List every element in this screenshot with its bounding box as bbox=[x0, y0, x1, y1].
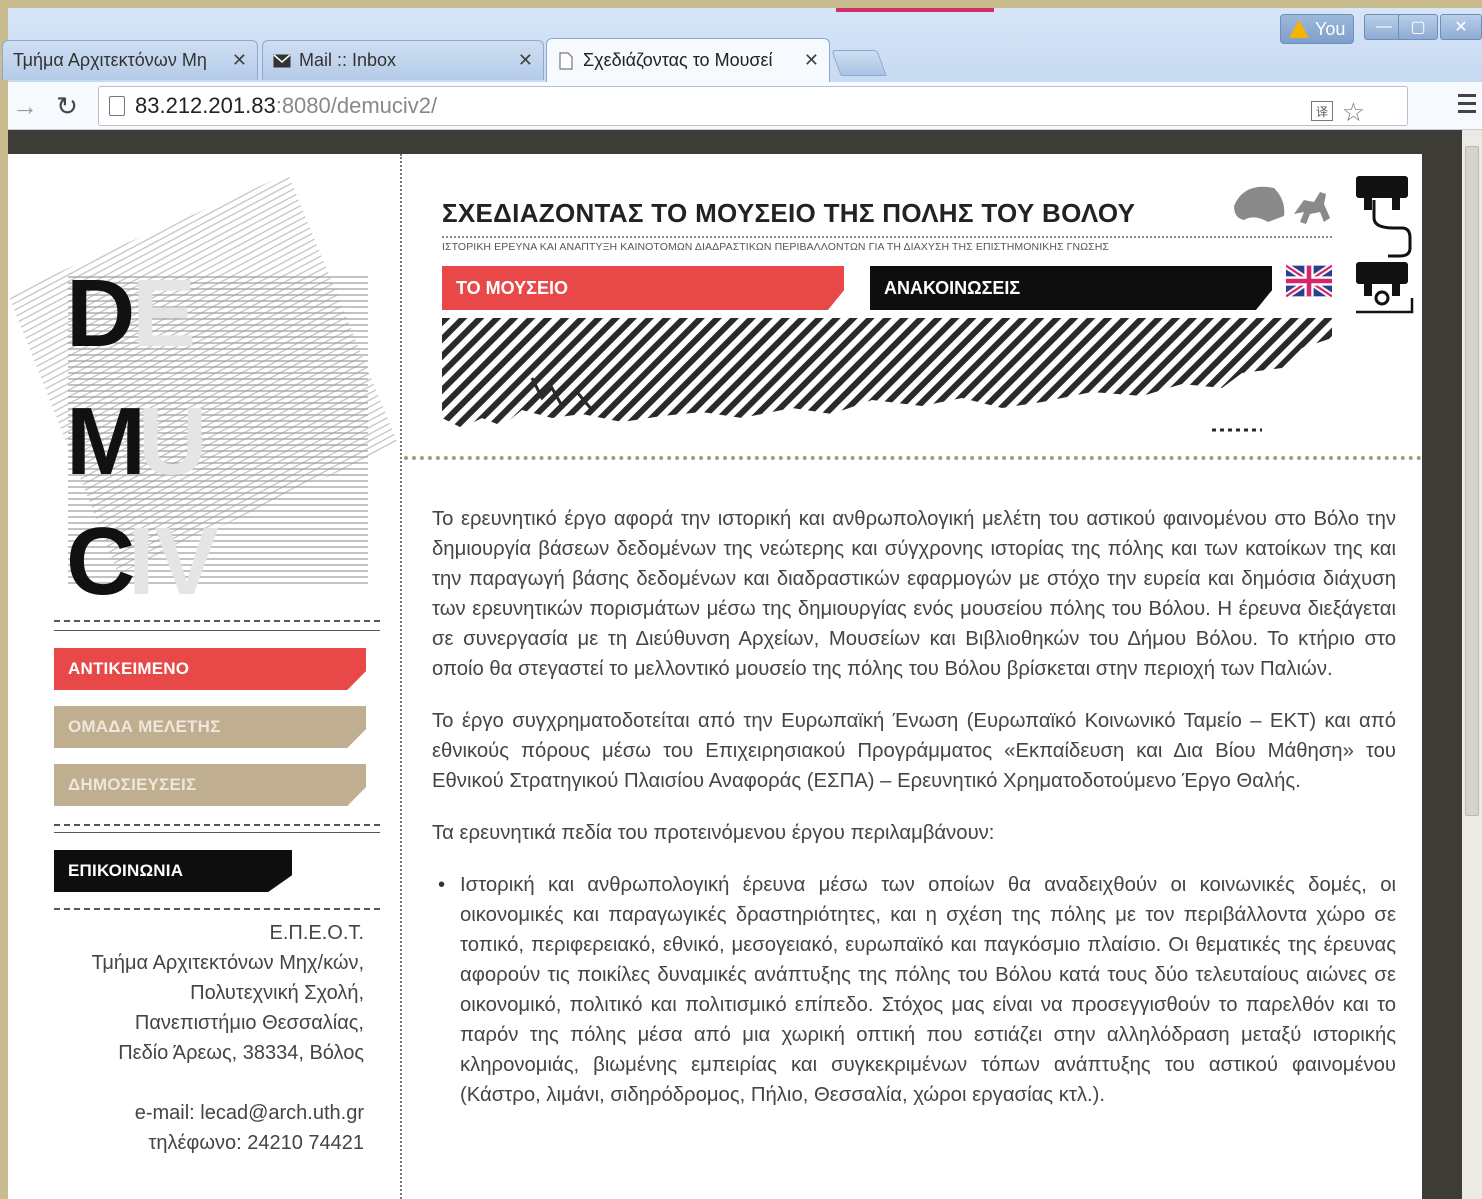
sidebar-item-object[interactable]: ΑΝΤΙΚΕΙΜΕΝΟ bbox=[54, 648, 366, 690]
contact-org: Ε.Π.Ε.Ο.Τ. bbox=[269, 922, 364, 944]
logo-letter-u: U bbox=[138, 388, 208, 495]
sidebar-item-publications[interactable]: ΔΗΜΟΣΙΕΥΣΕΙΣ bbox=[54, 764, 366, 806]
logo-letter-iv: IV bbox=[128, 508, 219, 615]
nav-museum[interactable]: ΤΟ ΜΟΥΣΕΙΟ bbox=[442, 266, 844, 310]
scrollbar[interactable] bbox=[1462, 130, 1482, 1199]
profile-button[interactable]: You bbox=[1280, 14, 1355, 44]
divider bbox=[54, 832, 380, 833]
tab-accent-bar bbox=[836, 8, 994, 12]
logo-letter-m: M bbox=[66, 388, 146, 495]
toolbar: → ↻ 83.212.201.83:8080/demuciv2/ 译 ☆ bbox=[8, 82, 1482, 130]
tab-mail-inbox[interactable]: Mail :: Inbox ✕ bbox=[262, 40, 544, 80]
maximize-button[interactable]: ▢ bbox=[1398, 14, 1438, 40]
sidebar-item-study-team[interactable]: ΟΜΑΔΑ ΜΕΛΕΤΗΣ bbox=[54, 706, 366, 748]
logo-letter-c: C bbox=[66, 508, 136, 615]
contact-university: Πανεπιστήμιο Θεσσαλίας, bbox=[134, 1012, 364, 1034]
contact-email[interactable]: e-mail: lecad@arch.uth.gr bbox=[44, 1098, 364, 1128]
contact-phone: τηλέφωνο: 24210 74421 bbox=[148, 1132, 364, 1154]
sidebar: D E M U C IV ΑΝΤΙΚΕΙΜΕΝΟ ΟΜΑΔΑ ΜΕΛΕΤΗΣ Δ… bbox=[8, 154, 402, 1199]
profile-label: You bbox=[1315, 18, 1346, 39]
nav-announcements-label: ΑΝΑΚΟΙΝΩΣΕΙΣ bbox=[884, 277, 1021, 298]
close-icon[interactable]: ✕ bbox=[232, 50, 247, 71]
divider bbox=[54, 824, 380, 826]
minimize-icon: — bbox=[1376, 18, 1392, 35]
divider bbox=[54, 620, 380, 622]
forward-button[interactable]: → bbox=[8, 90, 42, 122]
sidebar-item-contact[interactable]: ΕΠΙΚΟΙΝΩΝΙΑ bbox=[54, 850, 292, 892]
machine-icon bbox=[1356, 176, 1414, 314]
nav-museum-label: ΤΟ ΜΟΥΣΕΙΟ bbox=[456, 277, 568, 298]
warning-icon bbox=[1289, 20, 1309, 38]
site-subtitle: ΙΣΤΟΡΙΚΗ ΕΡΕΥΝΑ ΚΑΙ ΑΝΑΠΤΥΞΗ ΚΑΙΝΟΤΟΜΩΝ … bbox=[442, 236, 1332, 253]
volos-skyline-hatch bbox=[442, 318, 1332, 432]
reload-button[interactable]: ↻ bbox=[50, 90, 84, 122]
sidebar-item-label: ΔΗΜΟΣΙΕΥΣΕΙΣ bbox=[68, 775, 197, 794]
viewport: D E M U C IV ΑΝΤΙΚΕΙΜΕΝΟ ΟΜΑΔΑ ΜΕΛΕΤΗΣ Δ… bbox=[8, 130, 1482, 1199]
tab-museum-active[interactable]: Σχεδιάζοντας το Μουσεί ✕ bbox=[546, 38, 830, 82]
reload-icon: ↻ bbox=[56, 90, 78, 121]
site-title: ΣΧΕΔΙΑΖΟΝΤΑΣ ΤΟ ΜΟΥΣΕΙΟ ΤΗΣ ΠΟΛΗΣ ΤΟΥ ΒΟ… bbox=[442, 198, 1136, 228]
browser-chrome: Τμήμα Αρχιτεκτόνων Μη ✕ Mail :: Inbox ✕ … bbox=[2, 8, 1482, 130]
site-header: ΣΧΕΔΙΑΖΟΝΤΑΣ ΤΟ ΜΟΥΣΕΙΟ ΤΗΣ ΠΟΛΗΣ ΤΟΥ ΒΟ… bbox=[404, 154, 1422, 460]
content-paragraph: Τα ερευνητικά πεδία του προτεινόμενου έρ… bbox=[432, 822, 995, 844]
divider bbox=[54, 630, 380, 631]
url-host: 83.212.201.83 bbox=[135, 93, 276, 118]
main-content: Το ερευνητικό έργο αφορά την ιστορική κα… bbox=[432, 504, 1396, 1110]
sidebar-item-label: ΕΠΙΚΟΙΝΩΝΙΑ bbox=[68, 861, 184, 880]
nav-announcements[interactable]: ΑΝΑΚΟΙΝΩΣΕΙΣ bbox=[870, 266, 1272, 310]
close-icon[interactable]: ✕ bbox=[804, 50, 819, 71]
horse-rider-icon bbox=[1294, 192, 1330, 224]
tab-title: Σχεδιάζοντας το Μουσεί bbox=[583, 50, 773, 70]
animal-icon bbox=[1234, 186, 1285, 222]
forward-arrow-icon: → bbox=[12, 90, 38, 121]
tab-title: Mail :: Inbox bbox=[299, 50, 397, 70]
tab-architecture-dept[interactable]: Τμήμα Αρχιτεκτόνων Μη ✕ bbox=[2, 40, 258, 80]
logo-letter-e: E bbox=[132, 260, 197, 367]
close-icon: ✕ bbox=[1454, 19, 1468, 36]
translate-icon[interactable]: 译 bbox=[1311, 101, 1333, 121]
research-fields-list: Ιστορική και ανθρωπολογική έρευνα μέσω τ… bbox=[432, 870, 1396, 1110]
address-bar[interactable]: 83.212.201.83:8080/demuciv2/ 译 ☆ bbox=[98, 86, 1408, 128]
header-divider bbox=[404, 456, 1422, 460]
contact-dept: Τμήμα Αρχιτεκτόνων Μηχ/κών, bbox=[91, 952, 364, 974]
mail-icon bbox=[273, 51, 291, 71]
bookmark-star-icon[interactable]: ☆ bbox=[1342, 97, 1365, 128]
content-paragraph: Το έργο συγχρηματοδοτείται από την Ευρωπ… bbox=[432, 710, 1396, 792]
page-icon bbox=[557, 51, 575, 71]
scrollbar-thumb[interactable] bbox=[1465, 146, 1479, 816]
close-window-button[interactable]: ✕ bbox=[1440, 14, 1482, 40]
museum-icons bbox=[1234, 176, 1414, 314]
list-item: Ιστορική και ανθρωπολογική έρευνα μέσω τ… bbox=[438, 870, 1396, 1110]
contact-info: Ε.Π.Ε.Ο.Τ. Τμήμα Αρχιτεκτόνων Μηχ/κών, Π… bbox=[44, 918, 364, 1158]
title-bar: Τμήμα Αρχιτεκτόνων Μη ✕ Mail :: Inbox ✕ … bbox=[2, 8, 1482, 82]
sidebar-item-label: ΟΜΑΔΑ ΜΕΛΕΤΗΣ bbox=[68, 717, 221, 736]
menu-icon[interactable] bbox=[1458, 94, 1476, 118]
new-tab-button[interactable] bbox=[831, 50, 887, 76]
web-page: D E M U C IV ΑΝΤΙΚΕΙΜΕΝΟ ΟΜΑΔΑ ΜΕΛΕΤΗΣ Δ… bbox=[8, 154, 1422, 1199]
close-icon[interactable]: ✕ bbox=[518, 50, 533, 71]
sidebar-item-label: ΑΝΤΙΚΕΙΜΕΝΟ bbox=[68, 659, 190, 678]
url-path: :8080/demuciv2/ bbox=[275, 93, 438, 118]
page-icon bbox=[109, 96, 125, 116]
tab-title: Τμήμα Αρχιτεκτόνων Μη bbox=[13, 50, 207, 70]
contact-address: Πεδίο Άρεως, 38334, Βόλος bbox=[118, 1042, 364, 1064]
maximize-icon: ▢ bbox=[1410, 19, 1426, 36]
content-paragraph: Το ερευνητικό έργο αφορά την ιστορική κα… bbox=[432, 508, 1396, 680]
logo-letter-d: D bbox=[66, 260, 136, 367]
contact-school: Πολυτεχνική Σχολή, bbox=[190, 982, 364, 1004]
demuciv-logo[interactable]: D E M U C IV bbox=[8, 154, 402, 610]
divider bbox=[54, 908, 380, 910]
